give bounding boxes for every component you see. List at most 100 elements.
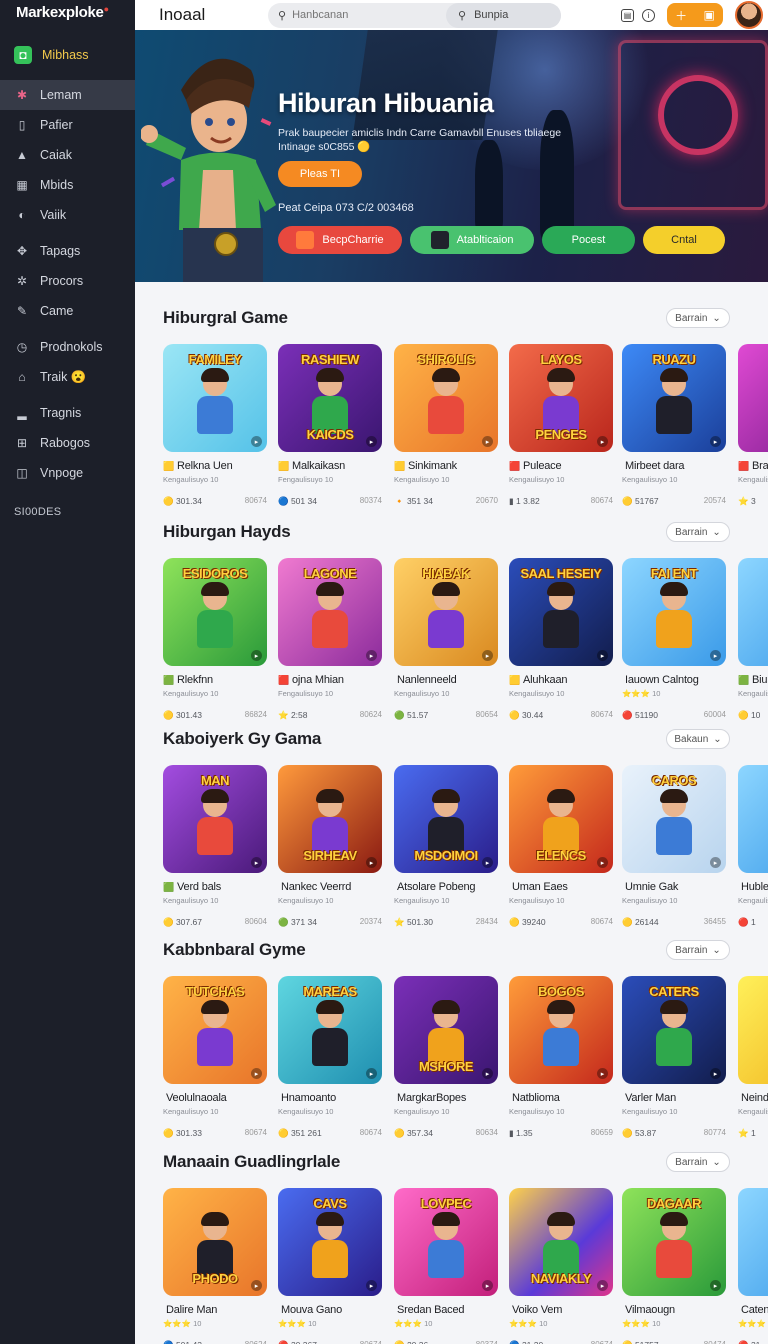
sidebar-item-5[interactable]: ◐ Vaiik bbox=[0, 200, 135, 230]
game-card[interactable]: DAGAAR ▸ Vilmaougn ⭐⭐⭐ 10 🟡 51757 80474 bbox=[622, 1188, 726, 1344]
game-thumbnail[interactable]: ▸ bbox=[738, 976, 768, 1084]
sidebar-item-7[interactable]: ✲ Procors bbox=[0, 266, 135, 296]
document-icon[interactable]: ▤ bbox=[621, 8, 634, 22]
game-card[interactable]: PHODO▸ Dalire Man ⭐⭐⭐ 10 🔵 501 43 80624 bbox=[163, 1188, 267, 1344]
play-icon[interactable]: ▸ bbox=[251, 650, 262, 661]
game-card[interactable]: LAGONE ▸ 🟥 ojna Mhian Fengaulisuyo 10 ⭐ 2:58 8… bbox=[278, 558, 382, 721]
hero-button-4[interactable]: Cntal bbox=[643, 226, 725, 254]
play-icon[interactable]: ▸ bbox=[710, 436, 721, 447]
game-card[interactable]: ESIDOROS ▸ 🟩 Rlekfnn Kengaulisuyo 10 🟡 301.43… bbox=[163, 558, 267, 721]
sidebar-item-8[interactable]: ✎ Came bbox=[0, 296, 135, 326]
game-thumbnail[interactable]: RASHIEW KAICDS ▸ bbox=[278, 344, 382, 452]
sidebar-item-13[interactable]: ◫ Vnpoge bbox=[0, 458, 135, 488]
game-card[interactable]: RASHIEW KAICDS ▸ 🟨 Malkaikasn Fengaulisuyo 10… bbox=[278, 344, 382, 507]
sidebar-item-4[interactable]: ▦ Mbids bbox=[0, 170, 135, 200]
play-icon[interactable]: ▸ bbox=[597, 1068, 608, 1079]
game-thumbnail[interactable]: LAYOS PENGES ▸ bbox=[509, 344, 613, 452]
game-thumbnail[interactable]: MSDOIMOI ▸ bbox=[394, 765, 498, 873]
play-icon[interactable]: ▸ bbox=[482, 857, 493, 868]
game-thumbnail[interactable]: ▸ bbox=[738, 558, 768, 666]
game-card[interactable]: ▸ 🟩Biu Kengaulisuyo 10 🟡 10 bbox=[738, 558, 768, 721]
section-sort-dropdown[interactable]: Bakaun ⌄ bbox=[666, 729, 730, 749]
play-icon[interactable]: ▸ bbox=[251, 857, 262, 868]
hero-button-3[interactable]: Pocest bbox=[542, 226, 635, 254]
game-card[interactable]: SAAL HESEIY ▸ 🟨 Aluhkaan Kengaulisuyo 10 🟡 30… bbox=[509, 558, 613, 721]
game-card[interactable]: HIABAK ▸ Nanlenneeld Kengaulisuyo 10 🟢 51.57… bbox=[394, 558, 498, 721]
game-thumbnail[interactable]: CAROS ▸ bbox=[622, 765, 726, 873]
game-thumbnail[interactable]: LAGONE ▸ bbox=[278, 558, 382, 666]
game-card[interactable]: SIRHEAV ▸ Nankec Veerrd Kengaulisuyo 10 🟢 37… bbox=[278, 765, 382, 928]
game-card[interactable]: BOGOS ▸ Natblioma Kengaulisuyo 10 ▮ 1.35 8065… bbox=[509, 976, 613, 1139]
brand-logo[interactable]: Markexploke● bbox=[0, 0, 135, 30]
play-icon[interactable]: ▸ bbox=[366, 1280, 377, 1291]
game-thumbnail[interactable]: NAVIAKLY ▸ bbox=[509, 1188, 613, 1296]
game-thumbnail[interactable]: SIRHEAV ▸ bbox=[278, 765, 382, 873]
game-thumbnail[interactable]: FAMILEY ▸ bbox=[163, 344, 267, 452]
game-card[interactable]: LAYOS PENGES ▸ 🟥 Puleace Kengaulisuyo 10 ▮ 1 3… bbox=[509, 344, 613, 507]
sidebar-item-2[interactable]: ▯ Pafier bbox=[0, 110, 135, 140]
play-icon[interactable]: ▸ bbox=[366, 1068, 377, 1079]
game-thumbnail[interactable]: ▸ bbox=[738, 765, 768, 873]
game-thumbnail[interactable]: ESIDOROS ▸ bbox=[163, 558, 267, 666]
game-thumbnail[interactable]: ▸ bbox=[738, 1188, 768, 1296]
play-icon[interactable]: ▸ bbox=[482, 1280, 493, 1291]
play-icon[interactable]: ▸ bbox=[597, 1280, 608, 1291]
play-icon[interactable]: ▸ bbox=[251, 436, 262, 447]
play-icon[interactable]: ▸ bbox=[366, 436, 377, 447]
sidebar-item-6[interactable]: ✥ Tapags bbox=[0, 236, 135, 266]
game-thumbnail[interactable]: FAI ENT ▸ bbox=[622, 558, 726, 666]
play-icon[interactable]: ▸ bbox=[710, 1068, 721, 1079]
sidebar-item-12[interactable]: ⊞ Rabogos bbox=[0, 428, 135, 458]
game-card[interactable]: CATERS ▸ Varler Man Kengaulisuyo 10 🟡 53.87 8… bbox=[622, 976, 726, 1139]
game-thumbnail[interactable]: MAREAS ▸ bbox=[278, 976, 382, 1084]
game-thumbnail[interactable]: ELENCS ▸ bbox=[509, 765, 613, 873]
game-card[interactable]: MSDOIMOI ▸ Atsolare Pobeng Kengaulisuyo 10 ⭐… bbox=[394, 765, 498, 928]
game-card[interactable]: RUAZU ▸ Mirbeet dara Kengaulisuyo 10 🟡 51767… bbox=[622, 344, 726, 507]
avatar[interactable] bbox=[735, 1, 763, 29]
game-thumbnail[interactable]: TUTCHAS ▸ bbox=[163, 976, 267, 1084]
game-card[interactable]: FAMILEY ▸ 🟨 Relkna Uen Kengaulisuyo 10 🟡 301.… bbox=[163, 344, 267, 507]
game-card[interactable]: NAVIAKLY▸ Voiko Vem ⭐⭐⭐ 10 🔵 31 20 80674 bbox=[509, 1188, 613, 1344]
game-card[interactable]: ▸ Huble Kengaulisuyo 10 🔴 1 bbox=[738, 765, 768, 928]
game-thumbnail[interactable]: MSHORE ▸ bbox=[394, 976, 498, 1084]
info-icon[interactable]: i bbox=[642, 8, 655, 22]
game-thumbnail[interactable]: PHODO ▸ bbox=[163, 1188, 267, 1296]
game-card[interactable]: FAI ENT ▸ Iauown Calntog ⭐⭐⭐ 10 🔴 51190 60004 bbox=[622, 558, 726, 721]
game-thumbnail[interactable]: MAN ▸ bbox=[163, 765, 267, 873]
play-icon[interactable]: ▸ bbox=[251, 1280, 262, 1291]
game-thumbnail[interactable]: RUAZU ▸ bbox=[622, 344, 726, 452]
hero-button-2[interactable]: Atablticaion bbox=[410, 226, 534, 254]
game-card[interactable]: SHIROLIS ▸ 🟨 Sinkimank Kengaulisuyo 10 🔸 351 … bbox=[394, 344, 498, 507]
game-thumbnail[interactable]: HIABAK ▸ bbox=[394, 558, 498, 666]
play-icon[interactable]: ▸ bbox=[482, 1068, 493, 1079]
game-card[interactable]: ▸ Caten ⭐⭐⭐ 10 🔴 31 bbox=[738, 1188, 768, 1344]
section-sort-dropdown[interactable]: Barrain ⌄ bbox=[666, 522, 730, 542]
play-icon[interactable]: ▸ bbox=[482, 436, 493, 447]
add-wallet-button[interactable]: ＋ ▣ bbox=[667, 3, 723, 27]
section-sort-dropdown[interactable]: Barrain ⌄ bbox=[666, 940, 730, 960]
game-thumbnail[interactable]: CAVS ▸ bbox=[278, 1188, 382, 1296]
play-icon[interactable]: ▸ bbox=[710, 1280, 721, 1291]
game-card[interactable]: LOVPEC ▸ Sredan Baced ⭐⭐⭐ 10 🟡 20.36 80374 bbox=[394, 1188, 498, 1344]
game-card[interactable]: CAROS ▸ Umnie Gak Kengaulisuyo 10 🟡 26144 364… bbox=[622, 765, 726, 928]
search-input[interactable] bbox=[292, 9, 453, 21]
game-thumbnail[interactable]: DAGAAR ▸ bbox=[622, 1188, 726, 1296]
game-card[interactable]: MSHORE ▸ MargkarBopes Kengaulisuyo 10 🟡 357.… bbox=[394, 976, 498, 1139]
play-icon[interactable]: ▸ bbox=[366, 857, 377, 868]
game-card[interactable]: TUTCHAS ▸ Veolulnaoala Kengaulisuyo 10 🟡 301… bbox=[163, 976, 267, 1139]
game-card[interactable]: ELENCS ▸ Uman Eaes Kengaulisuyo 10 🟡 39240 80… bbox=[509, 765, 613, 928]
play-icon[interactable]: ▸ bbox=[597, 436, 608, 447]
game-card[interactable]: MAN ▸ 🟩 Verd bals Kengaulisuyo 10 🟡 307.67 806… bbox=[163, 765, 267, 928]
section-sort-dropdown[interactable]: Barrain ⌄ bbox=[666, 308, 730, 328]
game-thumbnail[interactable]: SHIROLIS ▸ bbox=[394, 344, 498, 452]
play-icon[interactable]: ▸ bbox=[710, 857, 721, 868]
sidebar-item-3[interactable]: ▲ Caiak bbox=[0, 140, 135, 170]
game-thumbnail[interactable]: LOVPEC ▸ bbox=[394, 1188, 498, 1296]
sidebar-item-0[interactable]: ◘ Mibhass bbox=[0, 42, 135, 68]
game-card[interactable]: MAREAS ▸ Hnamoanto Kengaulisuyo 10 🟡 351 261… bbox=[278, 976, 382, 1139]
search-filter-pill[interactable]: ⚲ Bunpia bbox=[446, 2, 561, 28]
play-icon[interactable]: ▸ bbox=[597, 857, 608, 868]
play-icon[interactable]: ▸ bbox=[366, 650, 377, 661]
game-thumbnail[interactable]: BOGOS ▸ bbox=[509, 976, 613, 1084]
game-thumbnail[interactable]: M▸ bbox=[738, 344, 768, 452]
